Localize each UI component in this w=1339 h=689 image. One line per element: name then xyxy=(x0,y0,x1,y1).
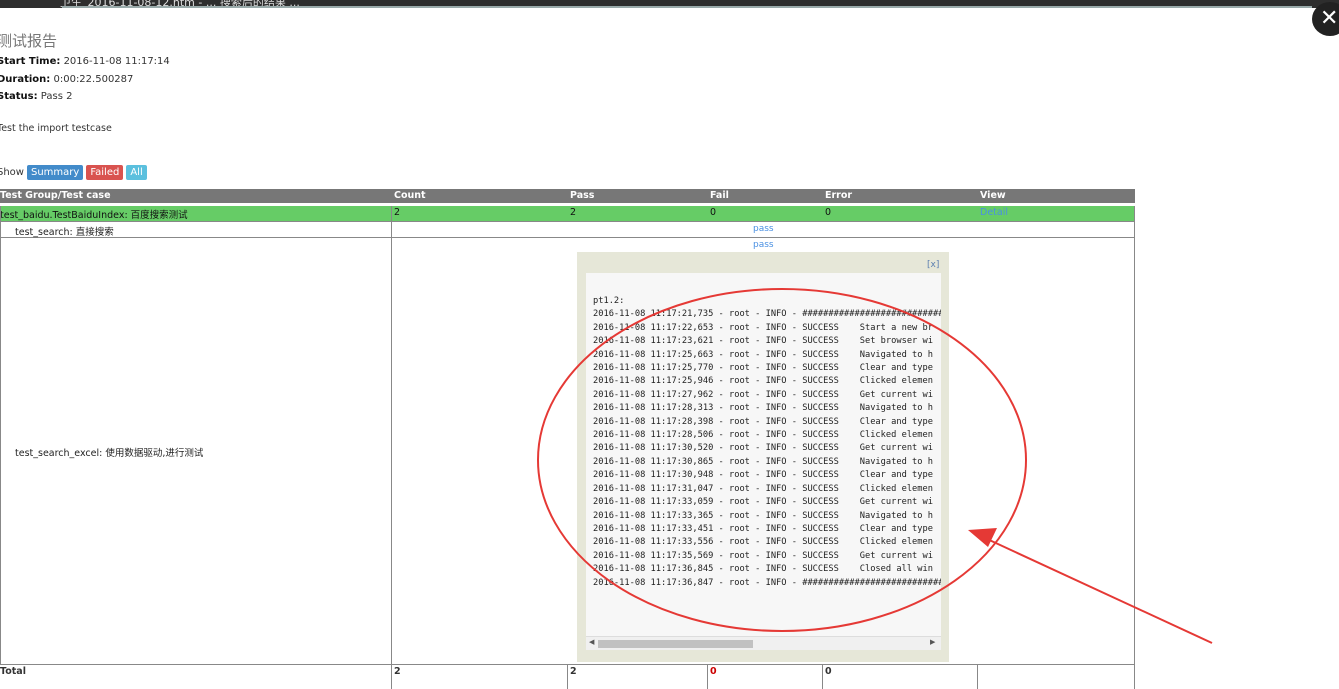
all-button[interactable]: All xyxy=(126,165,147,180)
log-line: 2016-11-08 11:17:28,313 - root - INFO - … xyxy=(593,403,933,414)
duration-label: Duration: xyxy=(0,74,51,85)
page-title: 测试报告 xyxy=(0,32,58,50)
row-divider xyxy=(0,237,1135,238)
log-output: pt1.2: 2016-11-08 11:17:21,735 - root - I… xyxy=(593,295,941,590)
log-pane[interactable]: pt1.2: 2016-11-08 11:17:21,735 - root - I… xyxy=(586,273,941,650)
table-left-border xyxy=(0,206,1,664)
log-line: 2016-11-08 11:17:33,556 - root - INFO - … xyxy=(593,537,933,548)
suite-pass: 2 xyxy=(570,207,577,218)
scroll-right-icon[interactable]: ▶ xyxy=(930,638,935,646)
pass-link[interactable]: pass xyxy=(753,224,774,234)
total-divider xyxy=(391,664,392,689)
start-time: Start Time: 2016-11-08 11:17:14 xyxy=(0,56,170,67)
header-error: Error xyxy=(825,190,853,201)
log-line: 2016-11-08 11:17:36,845 - root - INFO - … xyxy=(593,564,933,575)
suite-count: 2 xyxy=(394,207,401,218)
log-popup: [x] pt1.2: 2016-11-08 11:17:21,735 - root… xyxy=(577,252,949,662)
status-label: Status: xyxy=(0,91,38,102)
filter-bar: Show Summary Failed All xyxy=(0,165,147,180)
log-line: 2016-11-08 11:17:33,451 - root - INFO - … xyxy=(593,523,933,534)
browser-tab-bar: 卫生_2016-11-08-12.htm - ... 搜索后的结果 ... xyxy=(0,0,1339,8)
log-line: 2016-11-08 11:17:36,847 - root - INFO - … xyxy=(593,577,941,588)
scroll-left-icon[interactable]: ◀ xyxy=(589,638,594,646)
log-line: 2016-11-08 11:17:30,520 - root - INFO - … xyxy=(593,443,933,454)
result-table: Test Group/Test case Count Pass Fail Err… xyxy=(0,189,1135,689)
header-count: Count xyxy=(394,190,426,201)
duration: Duration: 0:00:22.500287 xyxy=(0,74,133,85)
horizontal-scrollbar[interactable]: ◀ ▶ xyxy=(586,636,941,650)
log-line: pt1.2: xyxy=(593,296,625,306)
close-viewer-icon[interactable]: ✕ xyxy=(1312,2,1339,36)
log-line: 2016-11-08 11:17:30,865 - root - INFO - … xyxy=(593,456,933,467)
log-line: 2016-11-08 11:17:25,770 - root - INFO - … xyxy=(593,363,933,374)
log-line: 2016-11-08 11:17:33,365 - root - INFO - … xyxy=(593,510,933,521)
failed-button[interactable]: Failed xyxy=(86,165,124,180)
total-divider xyxy=(707,664,708,689)
total-divider xyxy=(822,664,823,689)
popup-close-button[interactable]: [x] xyxy=(927,260,939,270)
detail-link[interactable]: Detail xyxy=(980,207,1008,218)
table-row: test_search: 直接搜索 xyxy=(15,227,114,238)
total-label: Total xyxy=(0,666,26,677)
header-view: View xyxy=(980,190,1006,201)
summary-button[interactable]: Summary xyxy=(26,165,84,180)
log-line: 2016-11-08 11:17:33,059 - root - INFO - … xyxy=(593,497,933,508)
log-line: 2016-11-08 11:17:35,569 - root - INFO - … xyxy=(593,550,933,561)
table-header: Test Group/Test case Count Pass Fail Err… xyxy=(0,189,1135,203)
total-fail: 0 xyxy=(710,666,717,677)
scrollbar-thumb[interactable] xyxy=(598,640,753,648)
total-divider xyxy=(1134,664,1135,689)
row-divider xyxy=(0,664,1135,665)
pass-link[interactable]: pass xyxy=(753,240,774,250)
log-line: 2016-11-08 11:17:21,735 - root - INFO - … xyxy=(593,309,941,320)
address-bar-edge xyxy=(62,6,1312,8)
start-time-value: 2016-11-08 11:17:14 xyxy=(63,56,170,67)
row-divider xyxy=(0,221,1135,222)
total-divider xyxy=(977,664,978,689)
log-line: 2016-11-08 11:17:25,663 - root - INFO - … xyxy=(593,349,933,360)
total-error: 0 xyxy=(825,666,832,677)
table-right-border xyxy=(1134,206,1135,664)
table-column-divider xyxy=(391,206,392,664)
header-fail: Fail xyxy=(710,190,729,201)
suite-name: test_baidu.TestBaiduIndex: 百度搜索测试 xyxy=(0,210,188,221)
suite-row: test_baidu.TestBaiduIndex: 百度搜索测试 2 2 0 … xyxy=(0,206,1135,221)
log-line: 2016-11-08 11:17:27,962 - root - INFO - … xyxy=(593,389,933,400)
log-line: 2016-11-08 11:17:23,621 - root - INFO - … xyxy=(593,336,933,347)
filter-label: Show xyxy=(0,167,24,178)
start-time-label: Start Time: xyxy=(0,56,61,67)
log-line: 2016-11-08 11:17:22,653 - root - INFO - … xyxy=(593,322,933,333)
log-line: 2016-11-08 11:17:28,398 - root - INFO - … xyxy=(593,416,933,427)
total-divider xyxy=(567,664,568,689)
suite-fail: 0 xyxy=(710,207,717,218)
status-value: Pass 2 xyxy=(40,91,73,102)
log-line: 2016-11-08 11:17:31,047 - root - INFO - … xyxy=(593,483,933,494)
header-test-case: Test Group/Test case xyxy=(0,190,111,201)
suite-error: 0 xyxy=(825,207,832,218)
log-line: 2016-11-08 11:17:28,506 - root - INFO - … xyxy=(593,430,933,441)
total-count: 2 xyxy=(394,666,401,677)
duration-value: 0:00:22.500287 xyxy=(53,74,134,85)
log-line: 2016-11-08 11:17:25,946 - root - INFO - … xyxy=(593,376,933,387)
log-line: 2016-11-08 11:17:30,948 - root - INFO - … xyxy=(593,470,933,481)
header-pass: Pass xyxy=(570,190,595,201)
total-pass: 2 xyxy=(570,666,577,677)
table-row: test_search_excel: 使用数据驱动,进行测试 xyxy=(15,448,204,459)
status: Status: Pass 2 xyxy=(0,91,72,102)
report-description: Test the import testcase xyxy=(0,123,112,134)
